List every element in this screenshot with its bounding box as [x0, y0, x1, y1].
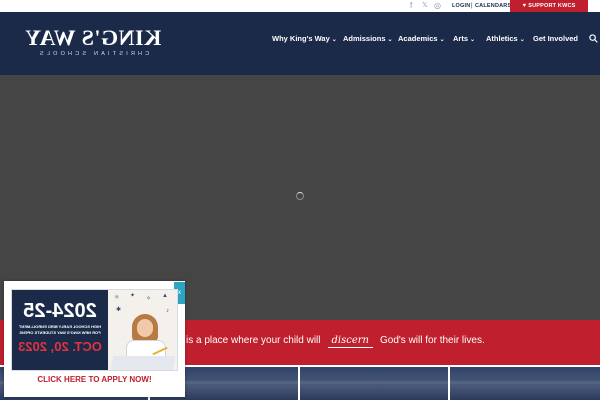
nav-label: Athletics [486, 34, 518, 43]
star-doodle-icon: ✦ [130, 293, 136, 299]
nav-item-admissions[interactable]: Admissions ⌄ [343, 34, 393, 45]
music-doodle-icon: ♪ [166, 308, 169, 314]
graduation-cap-doodle-icon: ▲ [162, 293, 168, 299]
logo-sub-text: CHRISTIAN SCHOOLS [36, 51, 150, 57]
tagline-highlight: discern [327, 335, 373, 348]
tagline-text: is a place where your child will discern G… [186, 335, 485, 348]
nav-label: Get Involved [533, 34, 579, 43]
enrollment-popup: x 2024-25 HIGH SCHOOL EARLY BIRD ENROLLM… [4, 281, 185, 397]
nav-label: Academics [398, 34, 438, 43]
promo-line: FOR NEW KING'S WAY STUDENTS OPENS [19, 329, 101, 335]
nav-item-arts[interactable]: Arts ⌄ [453, 34, 475, 45]
promo-left-panel: 2024-25 HIGH SCHOOL EARLY BIRD ENROLLMEN… [12, 290, 108, 370]
promo-image[interactable]: 2024-25 HIGH SCHOOL EARLY BIRD ENROLLMEN… [11, 289, 178, 371]
main-nav: Why King's Way ⌄ Admissions ⌄ Academics ⌄ A… [0, 34, 600, 46]
nav-item-athletics[interactable]: Athletics ⌄ [486, 34, 525, 45]
heart-icon: ♥ [522, 3, 527, 9]
chevron-down-icon: ⌄ [519, 37, 525, 43]
chevron-down-icon: ⌄ [331, 37, 337, 43]
nav-label: Why King's Way [272, 34, 330, 43]
loading-spinner-icon [296, 192, 304, 200]
promo-mirrored-text: 2024-25 HIGH SCHOOL EARLY BIRD ENROLLMEN… [12, 290, 108, 370]
student-face [137, 319, 153, 337]
promo-date: OCT. 20, 2023 [18, 339, 102, 354]
nav-label: Arts [453, 34, 469, 43]
site-logo[interactable]: KING'S WAY CHRISTIAN SCHOOLS [20, 25, 166, 66]
chevron-down-icon: ⌄ [439, 37, 445, 43]
tagline-before: is a place where your child will [186, 335, 321, 346]
chevron-down-icon: ⌄ [387, 37, 393, 43]
sparkle-doodle-icon: ✱ [116, 307, 122, 313]
promo-description: HIGH SCHOOL EARLY BIRD ENROLLMENT FOR NE… [16, 324, 104, 335]
facebook-icon[interactable]: f [410, 1, 412, 11]
search-icon[interactable] [589, 34, 598, 43]
promo-line: HIGH SCHOOL EARLY BIRD ENROLLMENT [18, 324, 102, 329]
promo-photo: ⚛ ✦ ✧ ▲ ✱ ♪ [108, 290, 177, 370]
chevron-down-icon: ⌄ [470, 37, 476, 43]
nav-item-academics[interactable]: Academics ⌄ [398, 34, 445, 45]
photo-tile[interactable] [450, 367, 600, 400]
tagline-after: God's will for their lives. [380, 335, 485, 346]
calendars-link[interactable]: CALENDARS [475, 2, 511, 10]
atom-doodle-icon: ⚛ [114, 295, 120, 301]
apply-now-link[interactable]: CLICK HERE TO APPLY NOW! [4, 374, 185, 386]
support-button[interactable]: ♥ SUPPORT KWCS [510, 0, 588, 12]
worksheet [110, 356, 176, 370]
photo-tile[interactable] [300, 367, 448, 400]
support-label: SUPPORT KWCS [528, 3, 576, 9]
top-utility-bar: f 𝕏 ◎ LOGIN | CALENDARS ♥ SUPPORT KWCS [0, 0, 600, 12]
nav-item-why-kings-way[interactable]: Why King's Way ⌄ [272, 34, 337, 45]
nav-item-get-involved[interactable]: Get Involved [533, 34, 578, 44]
topbar-separator: | [471, 3, 473, 9]
nav-label: Admissions [343, 34, 386, 43]
login-link[interactable]: LOGIN [452, 2, 470, 10]
instagram-icon[interactable]: ◎ [434, 1, 441, 11]
x-twitter-icon[interactable]: 𝕏 [422, 1, 428, 11]
site-header: KING'S WAY CHRISTIAN SCHOOLS Why King's … [0, 12, 600, 75]
promo-year: 2024-25 [23, 300, 97, 322]
lightbulb-doodle-icon: ✧ [146, 296, 152, 302]
